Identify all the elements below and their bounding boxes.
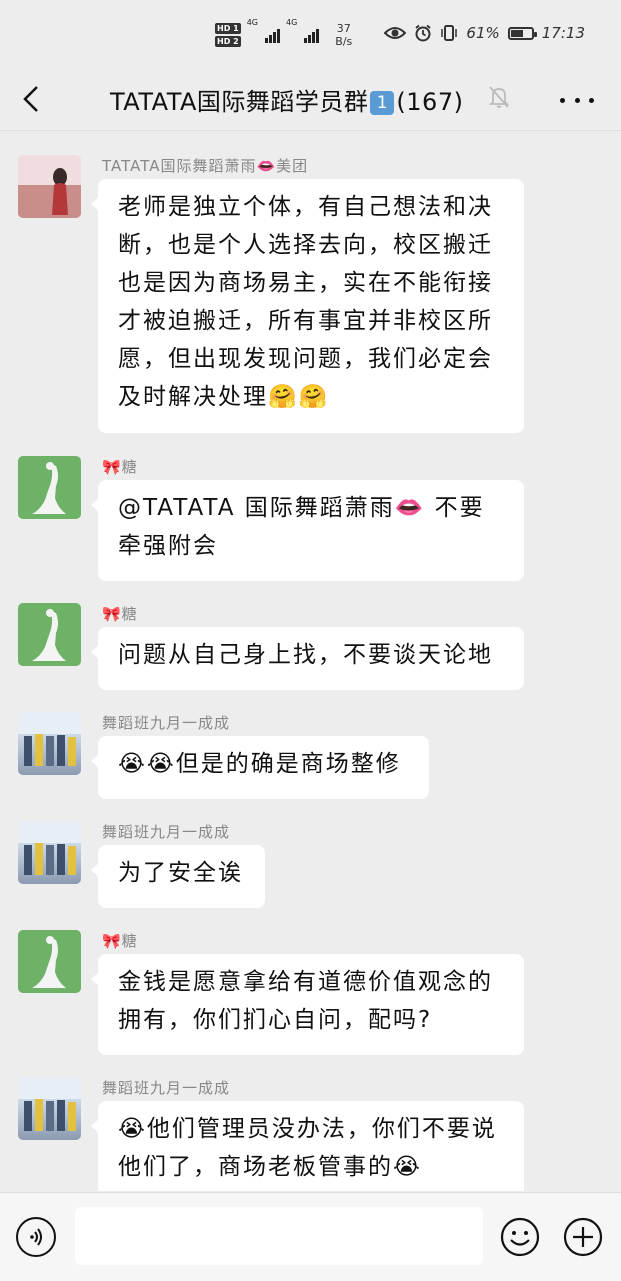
message-bubble[interactable]: 金钱是愿意拿给有道德价值观念的拥有，你们扪心自问，配吗? <box>91 954 524 1055</box>
message-bubble[interactable]: 问题从自己身上找，不要谈天论地 <box>91 627 524 690</box>
network-type-1: 4G <box>246 18 258 27</box>
network-speed: 37 B/s <box>335 22 353 48</box>
battery-percent: 61% <box>466 24 500 42</box>
sender-name: 🎀糖 <box>102 932 138 950</box>
dot-icon <box>589 97 594 103</box>
message-bubble[interactable]: 老师是独立个体，有自己想法和决断，也是个人选择去向，校区搬迁也是因为商场易主，实… <box>91 179 524 433</box>
voice-icon <box>30 1228 42 1246</box>
avatar[interactable] <box>18 1077 81 1140</box>
group-photo-avatar-icon <box>18 1077 81 1131</box>
battery-icon <box>507 26 537 40</box>
signal-icon-2 <box>304 27 320 43</box>
message-input[interactable] <box>75 1207 483 1265</box>
hd2-badge: HD 2 <box>215 36 241 47</box>
clock: 17:13 <box>541 24 585 42</box>
avatar[interactable] <box>18 930 81 993</box>
avatar[interactable] <box>18 821 81 884</box>
group-photo-avatar-icon <box>18 712 81 766</box>
member-count: (167) <box>396 88 464 116</box>
sender-name: 舞蹈班九月一成成 <box>102 823 231 841</box>
dancer-avatar-icon <box>32 609 66 661</box>
avatar-photo-icon <box>18 155 81 218</box>
dot-icon <box>574 97 580 103</box>
dancer-avatar-icon <box>32 462 66 514</box>
battery-fill <box>510 29 523 37</box>
message-bubble[interactable]: 😭😭但是的确是商场整修 <box>91 736 429 799</box>
more-options-button[interactable] <box>560 90 594 110</box>
message-bubble[interactable]: 为了安全诶 <box>91 845 265 908</box>
sender-name: 舞蹈班九月一成成 <box>102 714 231 732</box>
hd1-badge: HD 1 <box>215 23 241 34</box>
more-functions-button[interactable] <box>563 1217 603 1257</box>
message-list[interactable]: TATATA国际舞蹈萧雨👄美团 老师是独立个体，有自己想法和决断，也是个人选择去… <box>0 131 621 1191</box>
sender-name: 🎀糖 <box>102 458 138 476</box>
emoji-button[interactable] <box>500 1217 540 1257</box>
group-name: TATATA国际舞蹈学员群 <box>110 88 369 116</box>
avatar[interactable] <box>18 603 81 666</box>
avatar[interactable] <box>18 712 81 775</box>
network-type-2: 4G <box>285 18 298 27</box>
sender-name: 🎀糖 <box>102 605 138 623</box>
sender-name: TATATA国际舞蹈萧雨👄美团 <box>102 157 309 175</box>
chevron-left-icon <box>23 86 38 112</box>
eye-icon <box>384 27 407 39</box>
status-right: 61% 17:13 <box>384 24 585 42</box>
dot-icon <box>560 97 565 103</box>
group-photo-avatar-icon <box>18 821 81 875</box>
chat-header: TATATA国际舞蹈学员群 1 (167) <box>0 68 621 131</box>
alarm-icon <box>415 24 432 42</box>
back-button[interactable] <box>16 82 46 116</box>
voice-input-button[interactable] <box>16 1217 56 1257</box>
avatar[interactable] <box>18 456 81 519</box>
keycap-badge: 1 <box>370 91 395 115</box>
sender-name: 舞蹈班九月一成成 <box>102 1079 231 1097</box>
dancer-avatar-icon <box>32 936 66 988</box>
mute-bell-icon <box>488 86 510 108</box>
chat-title: TATATA国际舞蹈学员群 1 (167) <box>110 82 463 117</box>
input-bar <box>0 1192 621 1281</box>
vibrate-icon <box>441 25 458 41</box>
message-bubble[interactable]: 😭他们管理员没办法，你们不要说他们了，商场老板管事的😭 <box>91 1101 524 1191</box>
signal-icon-1 <box>264 27 280 43</box>
message-bubble[interactable]: @TATATA 国际舞蹈萧雨👄 不要牵强附会 <box>91 480 524 581</box>
status-bar: HD 1 HD 2 4G 4G 37 B/s 61% 17:13 <box>0 0 621 68</box>
avatar[interactable] <box>18 155 81 218</box>
status-left: HD 1 HD 2 4G 4G 37 B/s <box>215 18 352 52</box>
